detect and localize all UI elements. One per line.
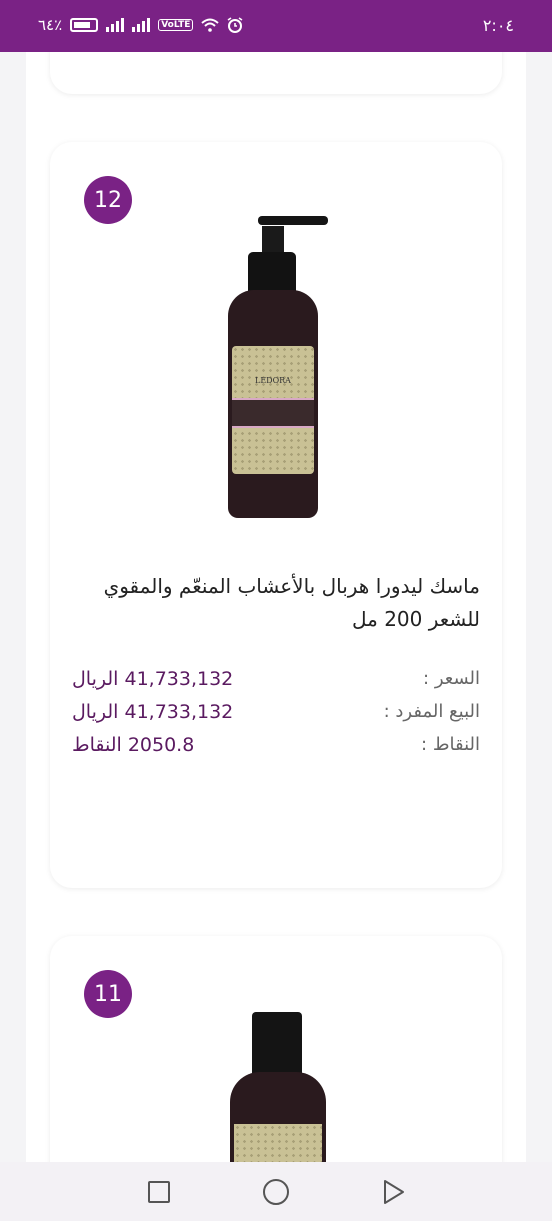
rank-badge: 12 xyxy=(84,176,132,224)
product-card-previous[interactable] xyxy=(50,52,502,94)
status-icons: ٦٤٪ VoLTE xyxy=(38,16,243,34)
signal-icon-2 xyxy=(132,18,151,32)
product-card-next[interactable]: 11 xyxy=(50,936,502,1162)
product-image-next[interactable] xyxy=(230,1012,326,1162)
single-sale-label: البيع المفرد : xyxy=(383,701,480,722)
bottle-brand: LEDORA xyxy=(255,376,291,385)
wifi-icon xyxy=(201,18,220,32)
bottle-body-next xyxy=(230,1072,326,1162)
product-title: ماسك ليدورا هربال بالأعشاب المنعّم والمق… xyxy=(103,574,480,631)
single-sale-value: 41,733,132 الريال xyxy=(72,701,234,723)
back-icon xyxy=(384,1180,404,1204)
product-image[interactable]: LEDORA xyxy=(228,216,328,526)
bottle-body: LEDORA xyxy=(228,290,318,518)
recents-icon xyxy=(148,1181,170,1203)
bottle-label: LEDORA xyxy=(232,346,314,474)
back-button[interactable] xyxy=(380,1178,408,1206)
product-info: السعر : 41,733,132 الريال البيع المفرد :… xyxy=(50,668,502,767)
status-bar: ٦٤٪ VoLTE ٢:٠٤ xyxy=(0,0,552,52)
points-row: النقاط : 2050.8 النقاط xyxy=(50,734,502,767)
alarm-icon xyxy=(227,17,243,33)
rank-badge-next: 11 xyxy=(84,970,132,1018)
volte-icon: VoLTE xyxy=(158,19,194,31)
battery-icon xyxy=(70,18,99,32)
home-icon xyxy=(263,1179,289,1205)
pump-stem xyxy=(262,226,284,254)
bottle-label-band xyxy=(232,398,314,428)
bottle-cap xyxy=(248,252,296,292)
points-label: النقاط : xyxy=(421,734,480,755)
home-button[interactable] xyxy=(262,1178,290,1206)
price-label: السعر : xyxy=(423,668,480,689)
price-value: 41,733,132 الريال xyxy=(72,668,234,690)
clock: ٢:٠٤ xyxy=(482,16,514,35)
bottle-label-next xyxy=(234,1124,322,1162)
navigation-bar xyxy=(0,1162,552,1221)
single-sale-row: البيع المفرد : 41,733,132 الريال xyxy=(50,701,502,734)
battery-percent: ٦٤٪ xyxy=(38,16,63,34)
product-list[interactable]: 12 LEDORA ماسك ليدورا هربال بالأعشاب الم… xyxy=(26,52,526,1162)
points-value: 2050.8 النقاط xyxy=(72,734,195,756)
pump-nozzle xyxy=(258,216,328,225)
bottle-cap-next xyxy=(252,1012,302,1076)
signal-icon xyxy=(106,18,125,32)
price-row: السعر : 41,733,132 الريال xyxy=(50,668,502,701)
recents-button[interactable] xyxy=(145,1178,173,1206)
product-card[interactable]: 12 LEDORA ماسك ليدورا هربال بالأعشاب الم… xyxy=(50,142,502,888)
